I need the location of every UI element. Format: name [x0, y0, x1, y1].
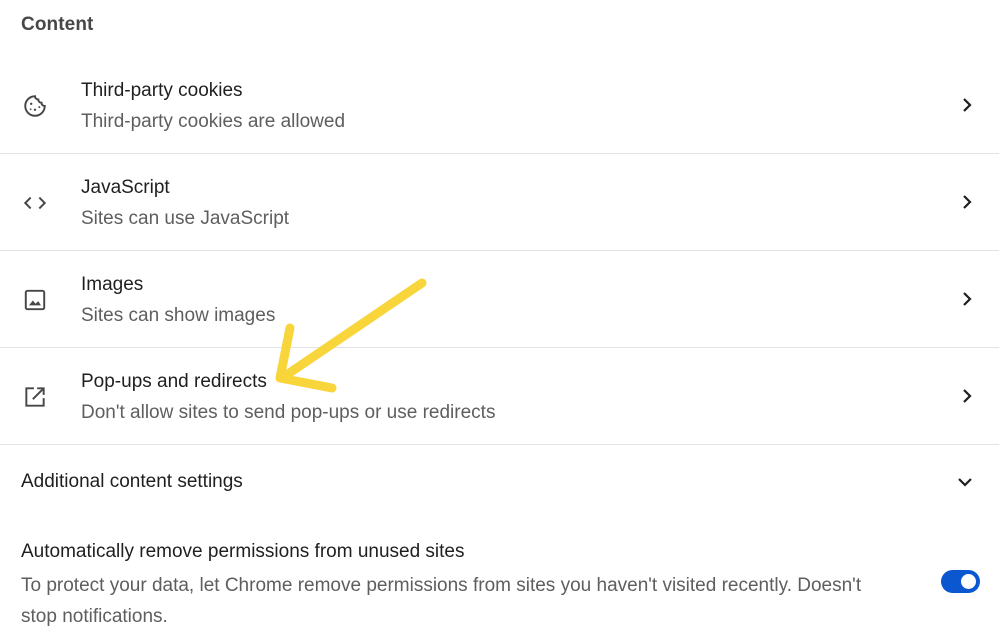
image-icon: [22, 287, 48, 313]
row-sublabel: Don't allow sites to send pop-ups or use…: [81, 402, 496, 423]
chevron-right-icon: [957, 386, 977, 406]
images-row[interactable]: Images Sites can show images: [0, 251, 999, 348]
chevron-right-icon: [957, 192, 977, 212]
chevron-right-icon: [957, 289, 977, 309]
open-in-new-icon: [22, 384, 48, 410]
row-sublabel: Sites can use JavaScript: [81, 208, 290, 229]
third-party-cookies-row[interactable]: Third-party cookies Third-party cookies …: [0, 57, 999, 154]
auto-remove-permissions-toggle[interactable]: [941, 570, 980, 593]
popups-redirects-row[interactable]: Pop-ups and redirects Don't allow sites …: [0, 348, 999, 445]
row-label: Third-party cookies: [81, 80, 243, 101]
additional-content-settings-row[interactable]: Additional content settings: [0, 448, 999, 522]
row-label: JavaScript: [81, 177, 170, 198]
auto-remove-permissions-setting: Automatically remove permissions from un…: [0, 528, 999, 627]
chevron-right-icon: [957, 95, 977, 115]
cookie-icon: [22, 93, 48, 119]
auto-remove-permissions-label: Automatically remove permissions from un…: [21, 541, 465, 562]
row-label: Pop-ups and redirects: [81, 371, 267, 392]
section-title: Content: [21, 14, 94, 35]
row-sublabel: Third-party cookies are allowed: [81, 111, 346, 132]
auto-remove-permissions-description: To protect your data, let Chrome remove …: [21, 575, 862, 627]
content-settings-list: Third-party cookies Third-party cookies …: [0, 57, 999, 445]
additional-content-settings-label: Additional content settings: [21, 471, 243, 492]
chevron-down-icon: [955, 472, 975, 492]
row-sublabel: Sites can show images: [81, 305, 276, 326]
javascript-row[interactable]: JavaScript Sites can use JavaScript: [0, 154, 999, 251]
row-label: Images: [81, 274, 144, 295]
toggle-knob: [961, 574, 976, 589]
code-icon: [22, 190, 48, 216]
